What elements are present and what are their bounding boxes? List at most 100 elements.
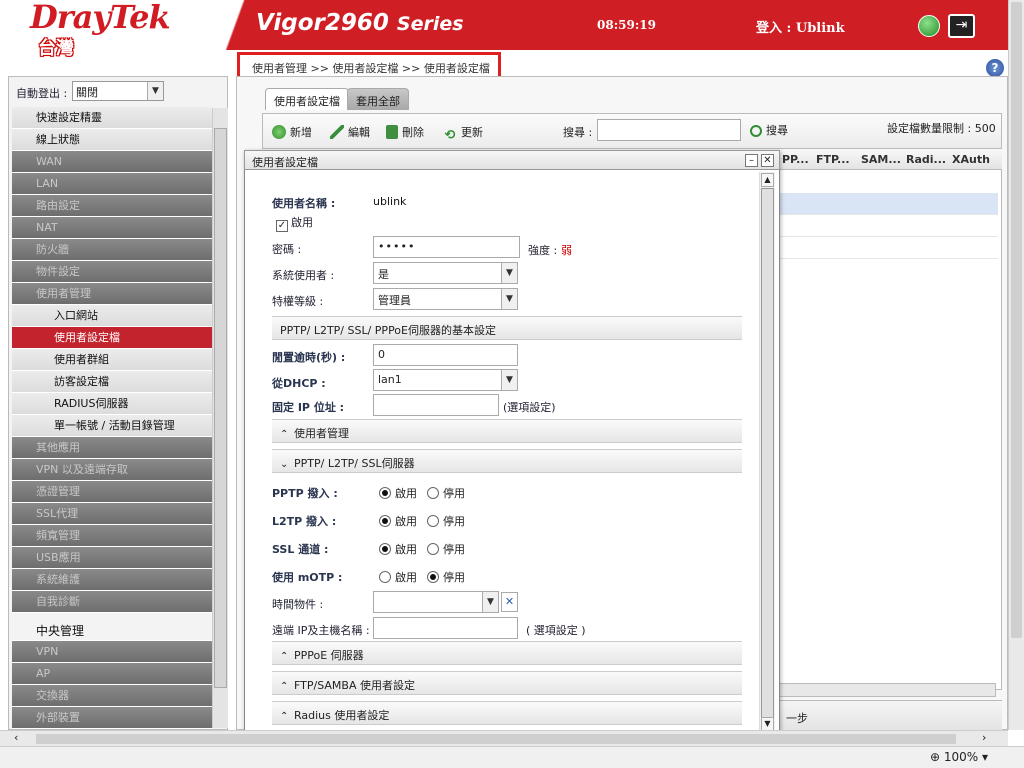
- close-icon[interactable]: ✕: [761, 154, 774, 167]
- chevron-left-icon[interactable]: ‹: [14, 731, 18, 744]
- sidebar-item[interactable]: 交換器: [12, 685, 212, 707]
- col-radi[interactable]: Radi...: [906, 153, 946, 166]
- sidebar-item[interactable]: 入口網站: [12, 305, 212, 327]
- sidebar-item[interactable]: VPN: [12, 641, 212, 663]
- logout-icon[interactable]: ⇥: [948, 14, 975, 38]
- tab-user-profile[interactable]: 使用者設定檔: [265, 88, 349, 110]
- col-xauth[interactable]: XAuth: [952, 153, 990, 166]
- grid-hscrollbar[interactable]: [778, 683, 996, 697]
- sidebar-item[interactable]: NAT: [12, 217, 212, 239]
- sidebar-item[interactable]: RADIUS伺服器: [12, 393, 212, 415]
- dhcp-select[interactable]: lan1 ▼: [373, 369, 518, 391]
- bell-icon[interactable]: [918, 15, 940, 37]
- top-header: DrayTek Vigor2960 Series 08:59:19 登入 : U…: [0, 0, 1008, 50]
- pptp-enable-radio[interactable]: 啟用: [379, 487, 417, 500]
- section-ftp-samba[interactable]: ⌃ FTP/SAMBA 使用者設定: [272, 671, 742, 695]
- section-pppoe-server[interactable]: ⌃ PPPoE 伺服器: [272, 641, 742, 665]
- password-label: 密碼 :: [272, 243, 302, 256]
- col-sam[interactable]: SAM...: [861, 153, 901, 166]
- l2tp-disable-radio[interactable]: 停用: [427, 515, 465, 528]
- edit-button[interactable]: 編輯: [330, 124, 370, 140]
- trash-icon: [386, 125, 398, 139]
- pptp-disable-radio[interactable]: 停用: [427, 487, 465, 500]
- col-ftp[interactable]: FTP...: [816, 153, 850, 166]
- ssl-radio-group: 啟用 停用: [379, 541, 475, 557]
- scroll-down-icon[interactable]: ▼: [761, 717, 774, 731]
- refresh-button[interactable]: ⟲ 更新: [443, 124, 483, 143]
- browser-status-bar: [0, 746, 1024, 768]
- sidebar-item[interactable]: 防火牆: [12, 239, 212, 261]
- clock: 08:59:19: [597, 18, 656, 32]
- sidebar-item[interactable]: 頻寬管理: [12, 525, 212, 547]
- sidebar-item[interactable]: 系統維護: [12, 569, 212, 591]
- edit-label: 編輯: [348, 126, 370, 139]
- clear-icon[interactable]: ✕: [501, 592, 518, 612]
- sidebar-item[interactable]: LAN: [12, 173, 212, 195]
- sidebar-item[interactable]: USB應用: [12, 547, 212, 569]
- sidebar-item[interactable]: 憑證管理: [12, 481, 212, 503]
- sidebar-item[interactable]: 其他應用: [12, 437, 212, 459]
- time-object-label: 時間物件 :: [272, 598, 324, 611]
- scroll-up-icon[interactable]: ▲: [761, 173, 774, 187]
- static-ip-input[interactable]: [373, 394, 499, 416]
- search-button[interactable]: 搜尋: [750, 122, 788, 138]
- static-ip-label: 固定 IP 位址 :: [272, 401, 345, 414]
- ssl-enable-radio[interactable]: 啟用: [379, 543, 417, 556]
- section-pptp-l2tp-ssl[interactable]: ⌄ PPTP/ L2TP/ SSL伺服器: [272, 449, 742, 473]
- tab-apply-all[interactable]: 套用全部: [347, 88, 409, 110]
- l2tp-enable-radio[interactable]: 啟用: [379, 515, 417, 528]
- remote-ip-input[interactable]: [373, 617, 518, 639]
- password-input[interactable]: •••••: [373, 236, 520, 258]
- page-vscrollbar[interactable]: [1008, 0, 1024, 730]
- add-label: 新增: [290, 126, 312, 139]
- sidebar-item[interactable]: 使用者設定檔: [12, 327, 212, 349]
- zoom-control[interactable]: ⊕ 100% ▾: [930, 750, 988, 764]
- sidebar-item[interactable]: 快速設定精靈: [12, 107, 212, 129]
- sidebar-item[interactable]: WAN: [12, 151, 212, 173]
- sidebar-item[interactable]: 外部裝置: [12, 707, 212, 729]
- add-button[interactable]: 新增: [272, 124, 312, 140]
- section-radius[interactable]: ⌃ Radius 使用者設定: [272, 701, 742, 725]
- page-hscrollbar[interactable]: ‹ ›: [0, 730, 1008, 746]
- sidebar-item[interactable]: 自我診斷: [12, 591, 212, 613]
- sidebar-item[interactable]: 線上狀態: [12, 129, 212, 151]
- sidebar-item[interactable]: AP: [12, 663, 212, 685]
- sidebar-item[interactable]: 使用者管理: [12, 283, 212, 305]
- help-icon[interactable]: ?: [986, 59, 1004, 77]
- delete-button[interactable]: 刪除: [386, 124, 424, 140]
- table-row-selected[interactable]: [778, 193, 998, 214]
- enable-checkbox[interactable]: ✓ 啟用: [276, 214, 313, 232]
- sidebar-item[interactable]: VPN 以及遠端存取: [12, 459, 212, 481]
- col-pp[interactable]: PP...: [782, 153, 809, 166]
- search-input[interactable]: [597, 119, 741, 141]
- dialog-scrollbar[interactable]: ▲ ▼: [759, 172, 775, 732]
- profile-limit: 設定檔數量限制 : 500: [887, 122, 996, 135]
- next-page-link[interactable]: 一步: [786, 710, 808, 726]
- username-label: 使用者名稱 :: [272, 197, 336, 210]
- auto-logout-select[interactable]: 關閉 ▼: [72, 81, 164, 101]
- dialog-scroll-thumb[interactable]: [761, 188, 774, 720]
- page-hscroll-thumb[interactable]: [36, 734, 956, 744]
- privilege-select[interactable]: 管理員 ▼: [373, 288, 518, 310]
- sidebar-item[interactable]: 訪客設定檔: [12, 371, 212, 393]
- page-scroll-thumb[interactable]: [1011, 2, 1022, 638]
- sidebar-item[interactable]: 使用者群組: [12, 349, 212, 371]
- sysuser-select[interactable]: 是 ▼: [373, 262, 518, 284]
- sidebar-scrollbar[interactable]: [212, 108, 228, 728]
- minimize-icon[interactable]: –: [745, 154, 758, 167]
- sidebar-item[interactable]: 單一帳號 / 活動目錄管理: [12, 415, 212, 437]
- l2tp-radio-group: 啟用 停用: [379, 513, 475, 529]
- chevron-right-icon[interactable]: ›: [982, 731, 986, 744]
- section-user-management[interactable]: ⌃ 使用者管理: [272, 419, 742, 443]
- sidebar-scroll-thumb[interactable]: [214, 128, 227, 688]
- sidebar-item[interactable]: 物件設定: [12, 261, 212, 283]
- opt-enable-label: 啟用: [395, 487, 417, 500]
- motp-disable-radio[interactable]: 停用: [427, 571, 465, 584]
- time-object-select[interactable]: ▼: [373, 591, 499, 613]
- idle-timeout-input[interactable]: 0: [373, 344, 518, 366]
- sidebar-item[interactable]: SSL代理: [12, 503, 212, 525]
- ssl-disable-radio[interactable]: 停用: [427, 543, 465, 556]
- sidebar-item[interactable]: 路由設定: [12, 195, 212, 217]
- search-button-label: 搜尋: [766, 124, 788, 137]
- motp-enable-radio[interactable]: 啟用: [379, 571, 417, 584]
